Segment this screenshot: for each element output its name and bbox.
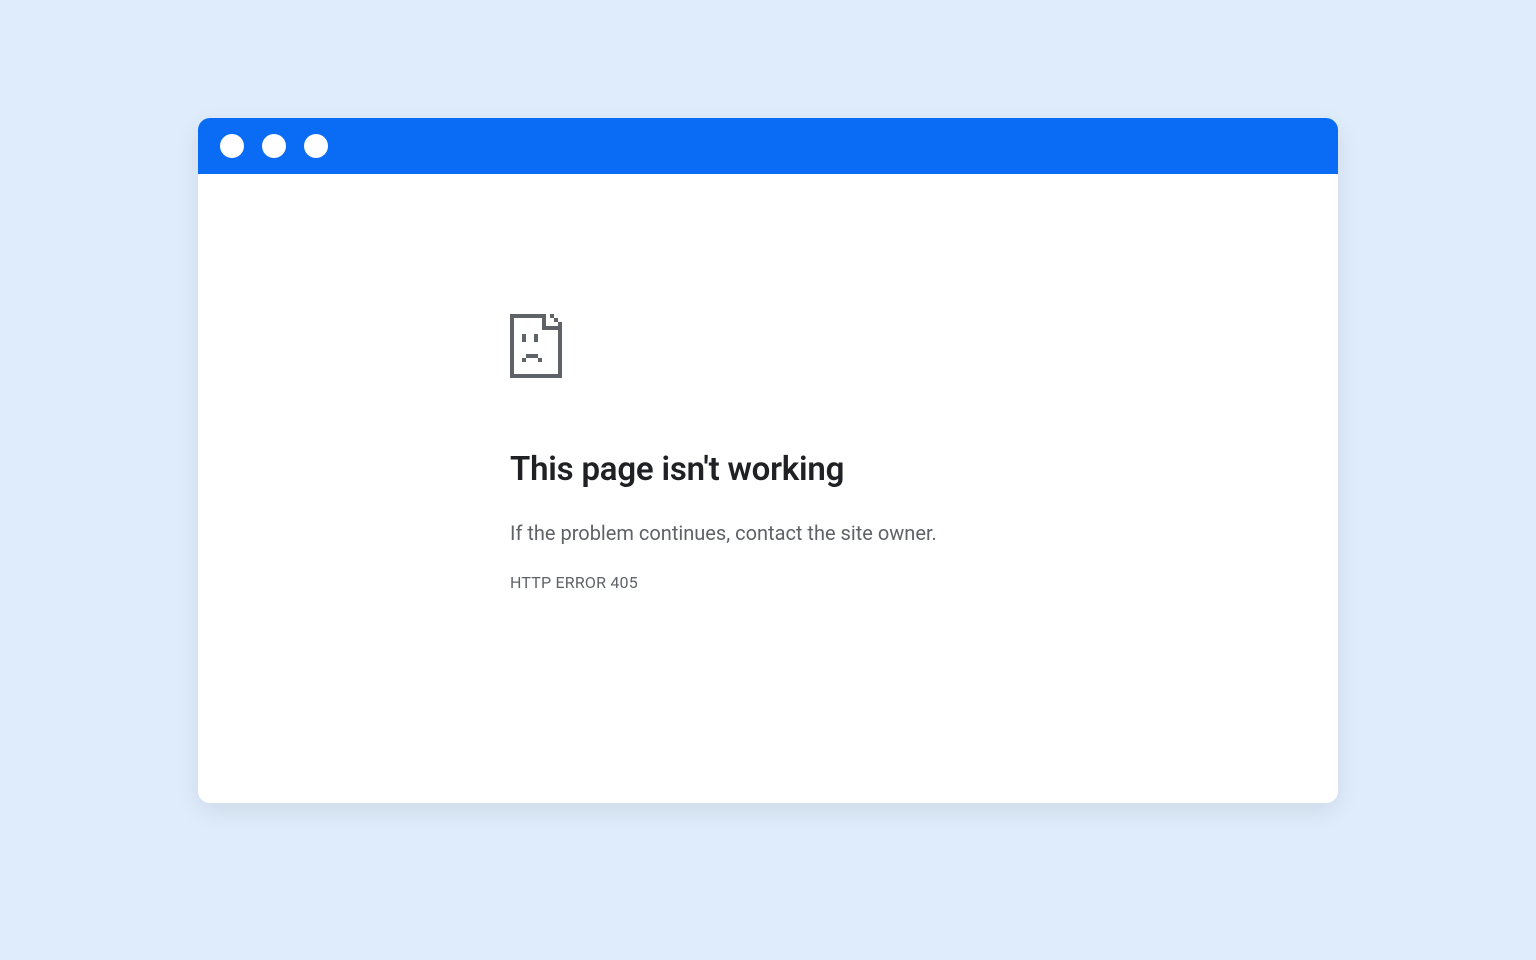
error-code: HTTP ERROR 405	[510, 573, 1338, 592]
error-headline: This page isn't working	[510, 450, 1338, 489]
error-subtext: If the problem continues, contact the si…	[510, 521, 1338, 545]
window-control-dot[interactable]	[304, 134, 328, 158]
browser-window: This page isn't working If the problem c…	[198, 118, 1338, 803]
window-control-dot[interactable]	[262, 134, 286, 158]
window-control-dot[interactable]	[220, 134, 244, 158]
sad-file-icon	[510, 314, 1338, 378]
titlebar	[198, 118, 1338, 174]
error-page-content: This page isn't working If the problem c…	[198, 174, 1338, 803]
